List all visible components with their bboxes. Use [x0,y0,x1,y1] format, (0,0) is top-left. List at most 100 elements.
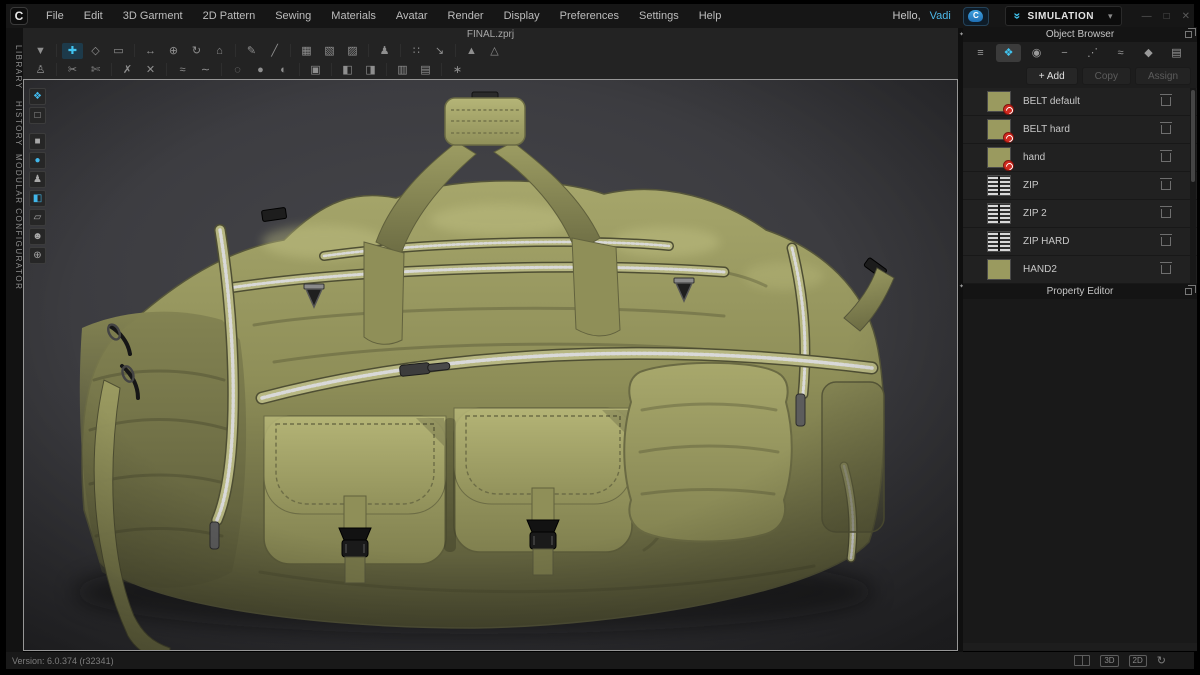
pattern-outline-tool-icon[interactable]: ▧ [319,43,340,59]
pen-tool-icon[interactable]: ✎ [241,43,262,59]
button-tab-icon[interactable]: ◉ [1024,44,1049,62]
copy-button[interactable]: Copy [1081,66,1131,85]
avatar-tool-icon[interactable]: ♟ [374,43,395,59]
assign-button[interactable]: Assign [1134,66,1191,85]
split-view-icon[interactable] [1074,655,1091,666]
simulation-dropdown-icon[interactable]: ▾ [1108,11,1113,22]
delete-icon[interactable] [1160,94,1172,106]
quilt-v-tool-icon[interactable]: ▤ [415,62,436,78]
fabric-book-icon[interactable]: ◧ [29,190,46,207]
reset-view-tool-icon[interactable]: ⌂ [209,43,230,59]
buttonhole-tab-icon[interactable]: − [1052,44,1077,62]
menu-item-edit[interactable]: Edit [74,4,113,28]
restore-icon[interactable]: □ [1164,11,1170,22]
show-2d-pattern-icon[interactable]: □ [29,107,46,124]
flat-view-icon[interactable]: ▱ [29,209,46,226]
pan-view-tool-icon[interactable]: ↔ [140,43,161,59]
add-button[interactable]: + Add [1025,66,1078,85]
portrait-view-icon[interactable]: ☻ [29,228,46,245]
pin-tool-icon[interactable]: ● [250,62,271,78]
sync-icon[interactable]: ↻ [1157,654,1166,667]
dock-tab-modular-configurator[interactable]: MODULAR CONFIGURATOR [6,152,23,292]
menu-item-help[interactable]: Help [689,4,732,28]
delete-icon[interactable] [1160,206,1172,218]
garment-texture-icon[interactable]: ■ [29,133,46,150]
show-3d-garment-icon[interactable]: ❖ [29,88,46,105]
zipper-tab-icon[interactable]: ▤ [1164,44,1189,62]
texture-sphere-icon[interactable]: ● [29,152,46,169]
float-panel-icon[interactable] [1185,28,1196,38]
minimize-icon[interactable]: — [1142,11,1152,22]
menu-item-avatar[interactable]: Avatar [386,4,438,28]
object-item-row[interactable]: ZIP [963,172,1197,200]
detach-tool-icon[interactable]: ◌ [227,62,248,78]
float-panel-icon[interactable] [1185,285,1196,295]
lock-pattern-tool-icon[interactable]: ▣ [305,62,326,78]
dock-tab-library[interactable]: LIBRARY [6,36,23,98]
line-tool-icon[interactable]: ╱ [264,43,285,59]
object-item-row[interactable]: BELT default [963,88,1197,116]
pattern-flip-tool-icon[interactable]: ▨ [342,43,363,59]
menu-item-2d-pattern[interactable]: 2D Pattern [193,4,266,28]
delete-icon[interactable] [1160,178,1172,190]
object-item-row[interactable]: BELT hard [963,116,1197,144]
measure-tool-icon[interactable]: ↘ [429,43,450,59]
cut-sew-tool-icon[interactable]: ✄ [85,62,106,78]
puckering-tab-icon[interactable]: ≈ [1108,44,1133,62]
walk-avatar-tool-icon[interactable]: ♙ [30,62,51,78]
menu-item-display[interactable]: Display [494,4,550,28]
delete-icon[interactable] [1160,122,1172,134]
object-item-row[interactable]: hand [963,144,1197,172]
delete-icon[interactable] [1160,150,1172,162]
object-list-scrollbar[interactable] [1190,88,1196,284]
free-sewing-tool-icon[interactable]: ∼ [195,62,216,78]
simulation-button[interactable]: » SIMULATION ▾ [1004,6,1122,26]
solidify-right-tool-icon[interactable]: ◨ [360,62,381,78]
zoom-view-tool-icon[interactable]: ⊕ [163,43,184,59]
symmetry-tool-icon[interactable]: ∗ [447,62,468,78]
menu-item-3d-garment[interactable]: 3D Garment [113,4,193,28]
sewing-edit-tool-icon[interactable]: ✗ [117,62,138,78]
document-title: FINAL.zprj [466,29,515,40]
fold-tool-icon[interactable]: ◐ [273,62,294,78]
object-item-row[interactable]: ZIP 2 [963,200,1197,228]
delete-icon[interactable] [1160,234,1172,246]
dock-tab-history[interactable]: HISTORY [6,98,23,150]
segment-sewing-tool-icon[interactable]: ≈ [172,62,193,78]
username-link[interactable]: Vadi [930,10,951,22]
move-tool-icon[interactable]: ✚ [62,42,83,59]
transform-gizmo-tool-icon[interactable]: ◇ [85,43,106,59]
arrangement-points-tool-icon[interactable]: ∷ [406,43,427,59]
menu-item-settings[interactable]: Settings [629,4,689,28]
close-icon[interactable]: ✕ [1182,11,1190,22]
topstitch-tab-icon[interactable]: ⋰ [1080,44,1105,62]
fit-garment-alt-tool-icon[interactable]: △ [484,43,505,59]
fabric-tab-icon[interactable]: ❖ [996,43,1021,62]
toggle-3d-button[interactable]: 3D [1100,654,1119,667]
solidify-left-tool-icon[interactable]: ◧ [337,62,358,78]
toggle-2d-button[interactable]: 2D [1128,654,1147,667]
show-avatar-icon[interactable]: ♟ [29,171,46,188]
menu-item-file[interactable]: File [36,4,74,28]
sewing-free-tool-icon[interactable]: ✕ [140,62,161,78]
scissors-tool-icon[interactable]: ✂ [62,62,83,78]
scrollbar-thumb[interactable] [1191,90,1195,182]
menu-item-preferences[interactable]: Preferences [550,4,629,28]
rect-select-tool-icon[interactable]: ▭ [108,43,129,59]
fit-garment-tool-icon[interactable]: ▲ [461,43,482,59]
menu-item-materials[interactable]: Materials [321,4,386,28]
gizmo-drop-tool-icon[interactable]: ▼ [30,43,51,59]
menu-item-sewing[interactable]: Sewing [265,4,321,28]
quilt-h-tool-icon[interactable]: ▥ [392,62,413,78]
trim-tab-icon[interactable]: ◆ [1136,44,1161,62]
delete-icon[interactable] [1160,262,1172,274]
scene-list-tab-icon[interactable]: ≡ [968,44,993,62]
environment-globe-icon[interactable]: ⊕ [29,247,46,264]
object-item-row[interactable]: HAND2 [963,256,1197,284]
3d-viewport[interactable]: ❖ □ ■ ● ♟ ◧ ▱ ☻ ⊕ [23,79,958,651]
menu-item-render[interactable]: Render [438,4,494,28]
select-mesh-tool-icon[interactable]: ▦ [296,43,317,59]
rotate-view-tool-icon[interactable]: ↻ [186,43,207,59]
cloud-button[interactable]: C [962,6,989,26]
object-item-row[interactable]: ZIP HARD [963,228,1197,256]
